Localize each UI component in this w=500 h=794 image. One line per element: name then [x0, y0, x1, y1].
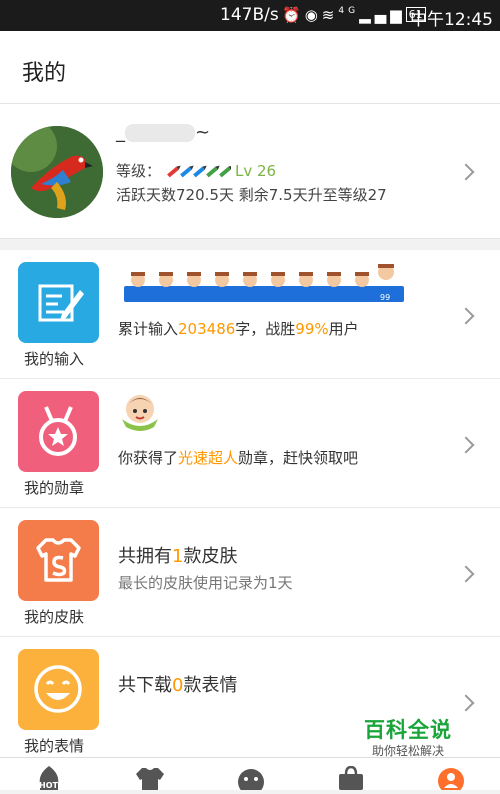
username-blurred: [125, 124, 195, 142]
page-title: 我的: [22, 61, 67, 86]
level-pencils-icon: [167, 165, 232, 177]
ranking-people-icon: 99: [124, 264, 404, 302]
my-medal-label: 我的勋章: [24, 479, 85, 497]
medal-text-after: 勋章，赶快领取吧: [238, 449, 359, 467]
my-input-label: 我的输入: [24, 350, 85, 368]
my-skin-label: 我的皮肤: [24, 608, 85, 626]
emoji-text-after: 款表情: [183, 675, 238, 696]
my-emoji-label: 我的表情: [24, 737, 85, 755]
skin-count: 1: [172, 546, 184, 567]
alarm-icon: ⏰: [282, 6, 305, 24]
eye-icon: ◉: [304, 6, 322, 24]
nav-store[interactable]: [336, 765, 366, 790]
medal-name: 光速超人: [178, 449, 239, 467]
medal-mascot-icon: [122, 395, 158, 431]
page-header: 我的: [0, 31, 500, 104]
username: _ ~: [116, 122, 210, 143]
active-days-text: 活跃天数720.5天 剩余7.5天升至等级27: [116, 186, 387, 204]
network-speed: 147B/s: [220, 5, 279, 25]
medal-summary: 你获得了光速超人勋章，赶快领取吧: [118, 447, 358, 468]
nav-skin[interactable]: [134, 766, 164, 790]
username-prefix: _: [116, 122, 125, 143]
chevron-right-icon: [457, 436, 475, 454]
medal-text-before: 你获得了: [118, 449, 179, 467]
skin-text-after: 款皮肤: [183, 546, 238, 567]
watermark-title: 百科全说: [364, 718, 452, 742]
signal-icon: ▂▄▆: [359, 6, 406, 24]
chevron-right-icon: [457, 694, 475, 712]
level-value: Lv 26: [235, 162, 277, 180]
clock: 中午12:45: [410, 10, 493, 30]
network-type: 4G: [338, 6, 360, 16]
emoji-text-before: 共下载: [118, 675, 172, 696]
skin-subtitle: 最长的皮肤使用记录为1天: [118, 574, 293, 592]
chevron-right-icon: [457, 307, 475, 325]
emoji-face-icon: [238, 769, 264, 794]
watermark: 百科全说 助你轻松解决: [350, 712, 470, 760]
skin-summary: 共拥有1款皮肤: [118, 542, 237, 568]
nav-emoji[interactable]: [236, 766, 266, 794]
level-label: 等级：: [116, 162, 162, 180]
skin-shirt-icon: [136, 768, 164, 790]
input-percent: 99%: [295, 320, 329, 338]
parrot-avatar-image: [11, 126, 103, 218]
input-summary: 累计输入203486字，战胜99%用户: [118, 318, 359, 339]
avatar[interactable]: [11, 126, 103, 218]
nav-hot[interactable]: HOT: [34, 766, 64, 790]
skin-icon: [18, 520, 99, 601]
profile-card[interactable]: _ ~ 等级： Lv 26 活跃天数720.5天 剩余7.5天升至等级27: [0, 104, 500, 239]
my-skin-row[interactable]: 我的皮肤 共拥有1款皮肤 最长的皮肤使用记录为1天: [0, 508, 500, 637]
medal-icon: [18, 391, 99, 472]
username-suffix: ~: [195, 122, 211, 143]
input-count: 203486: [178, 320, 236, 338]
status-icons: ⏰◉≋4G▂▄▆ 61: [282, 6, 426, 24]
shopping-bag-icon: [339, 765, 363, 790]
level-line: 等级： Lv 26: [116, 160, 276, 181]
emoji-icon: [18, 649, 99, 730]
stats-list: 我的输入 99 累计输入203486字，战胜99%用户 我的勋章 你获得了光速超…: [0, 250, 500, 757]
my-input-row[interactable]: 我的输入 99 累计输入203486字，战胜99%用户: [0, 250, 500, 379]
input-icon: [18, 262, 99, 343]
input-text-after: 用户: [328, 320, 359, 338]
wifi-icon: ≋: [321, 6, 339, 24]
emoji-count: 0: [172, 675, 184, 696]
bottom-nav: HOT: [0, 757, 500, 794]
status-bar: 147B/s ⏰◉≋4G▂▄▆ 61 中午12:45: [0, 0, 500, 31]
chevron-right-icon: [457, 565, 475, 583]
input-text-mid: 字，战胜: [235, 320, 296, 338]
skin-text-before: 共拥有: [118, 546, 172, 567]
input-text-before: 累计输入: [118, 320, 179, 338]
rank-badge: 99: [380, 293, 390, 302]
chevron-right-icon: [457, 163, 475, 181]
emoji-summary: 共下载0款表情: [118, 671, 237, 697]
hot-flame-icon: HOT: [39, 766, 58, 790]
my-medal-row[interactable]: 我的勋章 你获得了光速超人勋章，赶快领取吧: [0, 379, 500, 508]
nav-mine[interactable]: [436, 766, 466, 794]
user-profile-icon: [438, 768, 464, 794]
